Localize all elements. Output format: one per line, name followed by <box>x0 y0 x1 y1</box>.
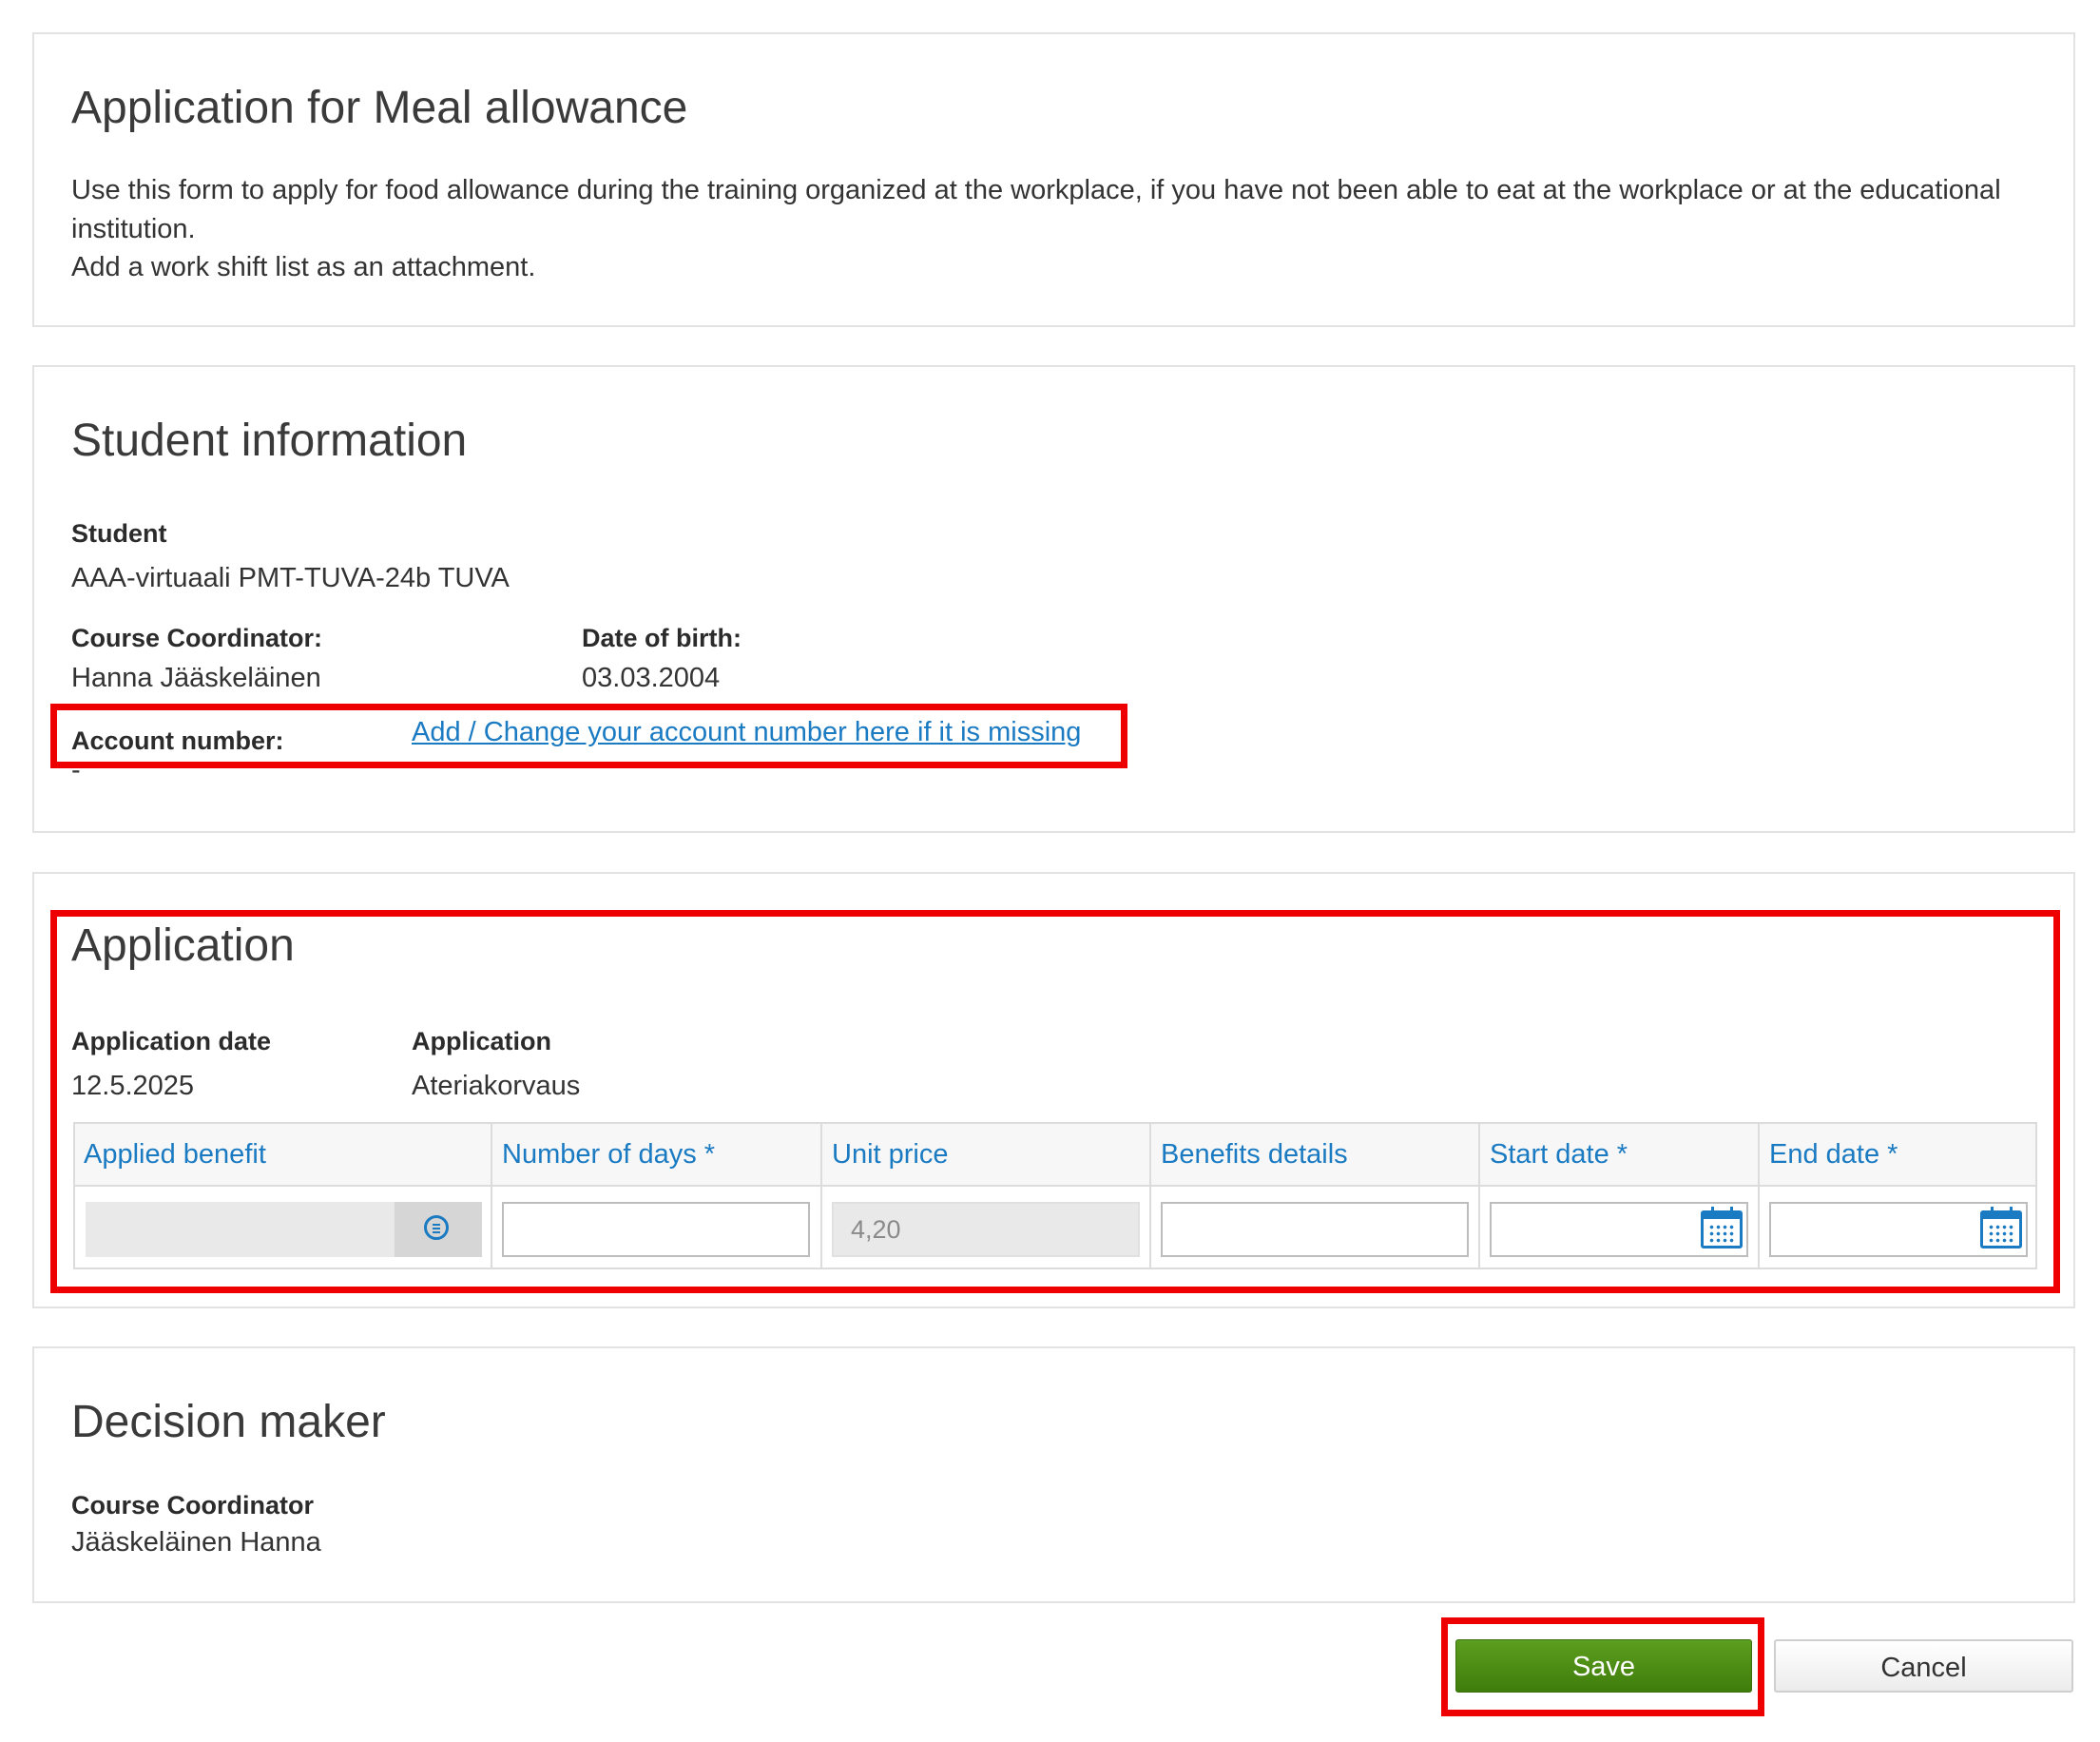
column-divider <box>1478 1124 1480 1268</box>
coordinator-value: Hanna Jääskeläinen <box>71 663 321 693</box>
col-start-date[interactable]: Start date * <box>1490 1124 1628 1185</box>
student-info-panel: Student information Student AAA-virtuaal… <box>32 365 2075 833</box>
col-end-date[interactable]: End date * <box>1769 1124 1898 1185</box>
student-value: AAA-virtuaali PMT-TUVA-24b TUVA <box>71 563 510 593</box>
intro-line-1: Use this form to apply for food allowanc… <box>71 175 2001 205</box>
coordinator-label: Course Coordinator: <box>71 624 323 652</box>
application-panel: Application Application date 12.5.2025 A… <box>32 872 2075 1308</box>
benefits-table-header <box>75 1124 2035 1187</box>
page-title: Application for Meal allowance <box>71 83 688 133</box>
decision-role-label: Course Coordinator <box>71 1491 315 1519</box>
account-value: - <box>71 755 81 785</box>
account-label: Account number: <box>71 726 284 755</box>
decision-maker-title: Decision maker <box>71 1397 386 1447</box>
intro-panel: Application for Meal allowance Use this … <box>32 32 2075 327</box>
calendar-icon[interactable] <box>1980 1207 2022 1248</box>
intro-line-3: Add a work shift list as an attachment. <box>71 252 536 282</box>
col-benefits-details[interactable]: Benefits details <box>1161 1124 1348 1185</box>
column-divider <box>1758 1124 1760 1268</box>
application-date-value: 12.5.2025 <box>71 1071 195 1101</box>
column-divider <box>820 1124 822 1268</box>
intro-line-2: institution. <box>71 214 196 244</box>
list-select-icon <box>424 1215 449 1240</box>
col-number-of-days[interactable]: Number of days * <box>502 1124 715 1185</box>
dob-label: Date of birth: <box>582 624 742 652</box>
number-of-days-input[interactable] <box>502 1202 810 1257</box>
unit-price-field: 4,20 <box>832 1202 1140 1257</box>
dob-value: 03.03.2004 <box>582 663 721 693</box>
student-info-title: Student information <box>71 416 468 466</box>
student-label: Student <box>71 519 167 548</box>
application-title: Application <box>71 920 295 971</box>
column-divider <box>1149 1124 1151 1268</box>
applied-benefit-picker-button[interactable] <box>395 1202 482 1257</box>
application-date-label: Application date <box>71 1027 272 1055</box>
account-number-link[interactable]: Add / Change your account number here if… <box>412 717 1081 748</box>
application-type-value: Ateriakorvaus <box>412 1071 581 1101</box>
decision-name-value: Jääskeläinen Hanna <box>71 1527 321 1558</box>
calendar-icon[interactable] <box>1701 1207 1743 1248</box>
applied-benefit-select-control <box>86 1202 482 1257</box>
application-type-label: Application <box>412 1027 551 1055</box>
benefits-details-input[interactable] <box>1161 1202 1469 1257</box>
col-unit-price[interactable]: Unit price <box>832 1124 949 1185</box>
column-divider <box>491 1124 492 1268</box>
decision-maker-panel: Decision maker Course Coordinator Jääske… <box>32 1346 2075 1603</box>
col-applied-benefit[interactable]: Applied benefit <box>84 1124 266 1185</box>
save-button[interactable]: Save <box>1455 1639 1752 1693</box>
cancel-button[interactable]: Cancel <box>1774 1639 2073 1693</box>
benefits-table: Applied benefit Number of days * Unit pr… <box>73 1122 2037 1269</box>
